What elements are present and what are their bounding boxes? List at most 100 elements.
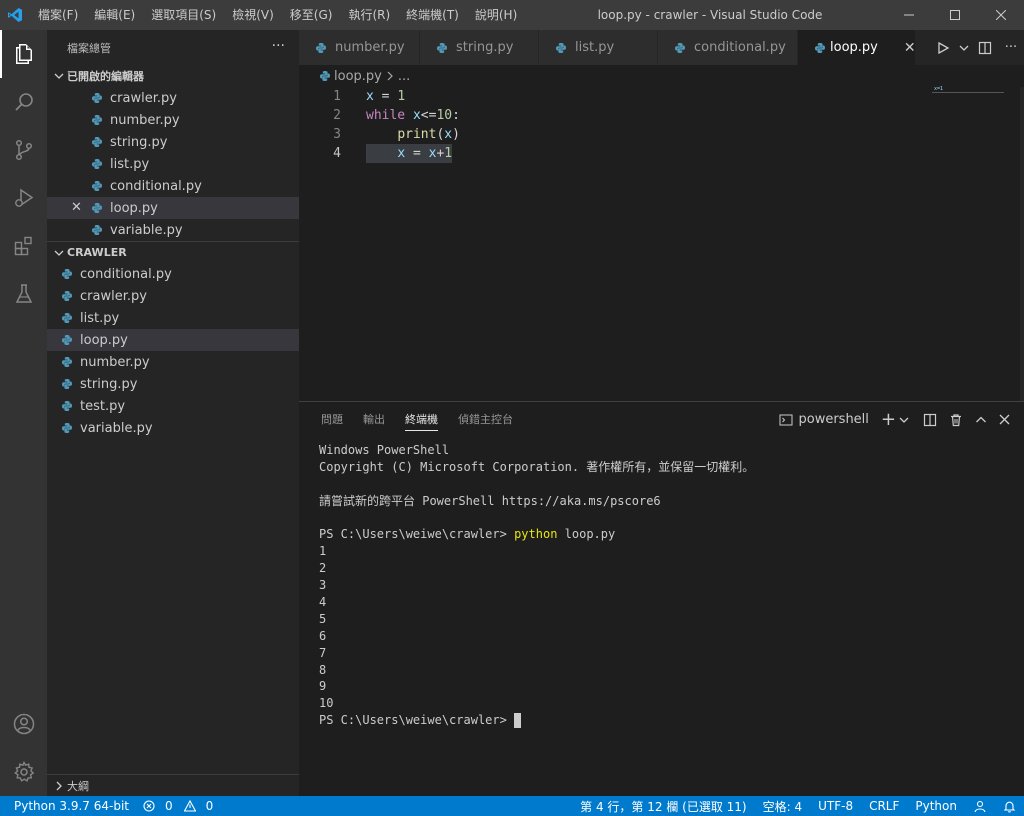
open-editor-item[interactable]: number.py — [47, 109, 299, 131]
file-item[interactable]: crawler.py — [47, 285, 299, 307]
python-file-icon — [59, 398, 75, 414]
file-item[interactable]: variable.py — [47, 417, 299, 439]
end-of-line[interactable]: CRLF — [861, 799, 907, 813]
terminal-command: python — [514, 527, 558, 542]
indentation[interactable]: 空格: 4 — [755, 798, 811, 815]
tab-number-py[interactable]: number.py — [299, 30, 420, 65]
split-terminal-icon[interactable] — [923, 413, 937, 427]
tab-problems[interactable]: 問題 — [321, 402, 343, 437]
trash-icon[interactable] — [949, 413, 963, 427]
line-number: 3 — [333, 127, 341, 142]
search-icon[interactable] — [0, 78, 47, 126]
terminal-output-line: 2 — [319, 561, 327, 576]
maximize-button[interactable] — [932, 0, 978, 30]
breadcrumb-symbol[interactable]: ... — [398, 69, 410, 84]
cursor-position[interactable]: 第 4 行，第 12 欄 (已選取 11) — [572, 798, 754, 815]
line-number: 4 — [333, 146, 341, 161]
source-control-icon[interactable] — [0, 126, 47, 174]
menu-selection[interactable]: 選取項目(S) — [143, 0, 224, 30]
terminal-output-line: 7 — [319, 645, 327, 660]
chevron-down-icon[interactable] — [899, 415, 909, 425]
feedback-icon[interactable] — [965, 799, 995, 813]
python-interpreter[interactable]: Python 3.9.7 64-bit — [0, 799, 136, 813]
tab-list-py[interactable]: list.py — [539, 30, 658, 65]
minimap[interactable]: x=1 — [932, 86, 1004, 93]
minimize-button[interactable] — [886, 0, 932, 30]
chevron-down-icon — [51, 248, 67, 258]
close-icon[interactable]: ✕ — [71, 200, 82, 215]
open-editor-item[interactable]: string.py — [47, 131, 299, 153]
tab-loop-py[interactable]: loop.py ✕ — [798, 30, 916, 65]
file-label: crawler.py — [110, 90, 177, 106]
file-label: test.py — [80, 398, 126, 414]
bell-icon[interactable] — [995, 800, 1024, 813]
maximize-panel-icon[interactable] — [975, 414, 987, 426]
tab-conditional-py[interactable]: conditional.py — [658, 30, 798, 65]
folder-header[interactable]: CRAWLER — [47, 241, 299, 263]
error-icon — [143, 800, 155, 812]
terminal-output-line: 1 — [319, 544, 327, 559]
editor-scrollbar[interactable] — [1020, 87, 1024, 401]
settings-gear-icon[interactable] — [0, 748, 47, 796]
python-file-icon — [89, 222, 105, 238]
menu-help[interactable]: 說明(H) — [467, 0, 525, 30]
close-window-button[interactable] — [978, 0, 1024, 30]
run-debug-icon[interactable] — [0, 174, 47, 222]
editor-tabs: number.py string.py list.py conditional.… — [299, 30, 1024, 65]
menu-file[interactable]: 檔案(F) — [30, 0, 86, 30]
open-editor-item[interactable]: conditional.py — [47, 175, 299, 197]
language-mode[interactable]: Python — [907, 799, 965, 813]
open-editor-item[interactable]: crawler.py — [47, 87, 299, 109]
open-editor-item[interactable]: list.py — [47, 153, 299, 175]
menu-terminal[interactable]: 終端機(T) — [398, 0, 467, 30]
tab-label: loop.py — [830, 40, 878, 55]
token: print — [397, 127, 437, 142]
tab-debug-console[interactable]: 偵錯主控台 — [458, 402, 513, 437]
run-file-icon[interactable] — [932, 37, 954, 59]
file-item[interactable]: number.py — [47, 351, 299, 373]
tab-terminal[interactable]: 終端機 — [405, 402, 438, 437]
open-editor-item[interactable]: ✕ loop.py — [47, 197, 299, 219]
warning-count: 0 — [205, 799, 214, 813]
file-item[interactable]: test.py — [47, 395, 299, 417]
token: while — [366, 108, 406, 123]
extensions-icon[interactable] — [0, 222, 47, 270]
split-editor-icon[interactable] — [974, 37, 996, 59]
open-editors-header[interactable]: 已開啟的編輯器 — [47, 65, 299, 87]
tab-string-py[interactable]: string.py — [420, 30, 539, 65]
menu-go[interactable]: 移至(G) — [282, 0, 341, 30]
python-file-icon — [89, 134, 105, 150]
testing-flask-icon[interactable] — [0, 270, 47, 318]
outline-header[interactable]: 大綱 — [47, 775, 299, 797]
file-item[interactable]: string.py — [47, 373, 299, 395]
terminal-output-line: 8 — [319, 662, 327, 677]
tab-label: list.py — [575, 40, 615, 55]
close-tab-icon[interactable]: ✕ — [904, 40, 916, 56]
tab-output[interactable]: 輸出 — [363, 402, 385, 437]
terminal-output-line: 3 — [319, 578, 327, 593]
terminal-output[interactable]: Windows PowerShell Copyright (C) Microso… — [319, 442, 1009, 729]
close-panel-icon[interactable] — [999, 414, 1010, 425]
menu-run[interactable]: 執行(R) — [340, 0, 398, 30]
python-file-icon — [319, 70, 331, 82]
more-actions-icon[interactable]: ··· — [272, 38, 285, 54]
menu-view[interactable]: 檢視(V) — [224, 0, 282, 30]
new-terminal-icon[interactable]: + — [881, 409, 896, 430]
file-item[interactable]: conditional.py — [47, 263, 299, 285]
problems-status[interactable]: 0 0 — [136, 799, 227, 813]
file-item[interactable]: loop.py — [47, 329, 299, 351]
terminal-select[interactable]: powershell — [779, 412, 869, 427]
menu-edit[interactable]: 編輯(E) — [86, 0, 143, 30]
more-actions-icon[interactable]: ··· — [1000, 37, 1022, 59]
code-editor[interactable]: 1 x = 1 2 while x<=10: 3 print(x) 4 x = … — [299, 86, 1024, 401]
panel-actions: powershell + — [771, 402, 1010, 437]
encoding[interactable]: UTF-8 — [810, 799, 861, 813]
accounts-icon[interactable] — [0, 700, 47, 748]
explorer-icon[interactable] — [0, 30, 47, 78]
chevron-down-icon[interactable] — [958, 37, 970, 59]
file-label: string.py — [110, 134, 168, 150]
file-item[interactable]: list.py — [47, 307, 299, 329]
open-editor-item[interactable]: variable.py — [47, 219, 299, 241]
breadcrumb-file[interactable]: loop.py — [334, 69, 382, 84]
